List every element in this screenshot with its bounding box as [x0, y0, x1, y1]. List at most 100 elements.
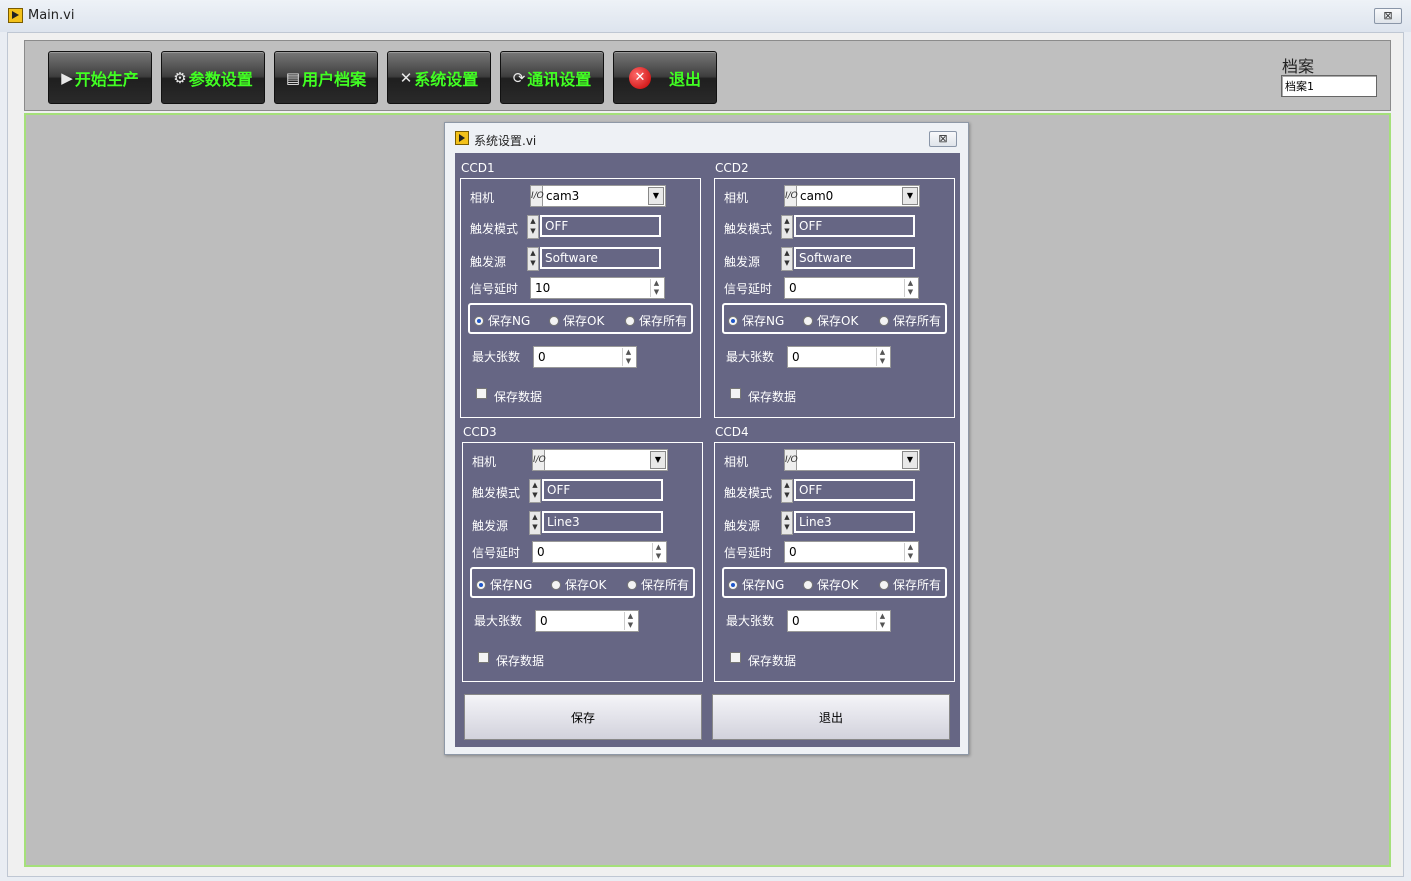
ccd4-max-images-input[interactable]: 0 ▲ ▼ [787, 610, 891, 632]
chevron-down-icon[interactable]: ▼ [902, 451, 918, 469]
ccd1-trigger-source-stepper[interactable]: ▲ ▼ [527, 247, 539, 271]
save-button[interactable]: 保存 [464, 694, 702, 740]
ccd4-title: CCD4 [715, 425, 749, 439]
ccd4-camera-select[interactable]: I/O ▼ [784, 449, 920, 471]
ccd4-save-ok-label: 保存OK [817, 578, 859, 592]
user-archive-label: 用户档案 [302, 69, 367, 89]
ccd1-trigger-mode-stepper[interactable]: ▲ ▼ [527, 215, 539, 239]
ccd2-save-mode-group: 保存NG 保存OK 保存所有 [722, 303, 947, 334]
ccd4-max-images-value: 0 [792, 614, 800, 628]
ccd2-trigger-mode-stepper[interactable]: ▲ ▼ [781, 215, 793, 239]
ccd1-delay-label: 信号延时 [470, 282, 519, 296]
ccd4-save-ng-radio[interactable]: 保存NG [728, 576, 784, 593]
radio-dot [474, 315, 484, 326]
title-bar: Main.vi ⊠ [0, 0, 1411, 32]
ccd2-max-images-value: 0 [792, 350, 800, 364]
ccd4-delay-input[interactable]: 0 ▲ ▼ [784, 541, 919, 563]
ccd4-save-data-label: 保存数据 [748, 654, 797, 668]
ccd4-save-all-radio[interactable]: 保存所有 [879, 576, 941, 593]
parameter-settings-label: 参数设置 [188, 69, 253, 89]
ccd4-max-images-label: 最大张数 [726, 614, 775, 628]
ccd2-delay-value: 0 [789, 281, 797, 295]
archive-input[interactable] [1281, 75, 1377, 97]
io-icon: I/O [785, 450, 798, 470]
ccd3-trigger-source-stepper[interactable]: ▲ ▼ [529, 511, 541, 535]
ccd4-trigger-mode-label: 触发模式 [724, 486, 773, 500]
ccd1-trigger-mode-value: OFF [540, 215, 661, 237]
ccd1-save-ok-label: 保存OK [563, 314, 605, 328]
ccd3-save-all-radio[interactable]: 保存所有 [627, 576, 689, 593]
play-icon: ▶ [61, 68, 73, 87]
ccd2-trigger-mode-value: OFF [794, 215, 915, 237]
ccd2-save-data-checkbox[interactable] [730, 388, 741, 399]
ccd4-delay-value: 0 [789, 545, 797, 559]
ccd4-max-images-stepper[interactable]: ▲ ▼ [876, 612, 888, 630]
chevron-down-icon[interactable]: ▼ [648, 187, 664, 205]
dialog-exit-button[interactable]: 退出 [712, 694, 950, 740]
ccd3-trigger-mode-stepper[interactable]: ▲ ▼ [529, 479, 541, 503]
parameter-settings-button[interactable]: ⚙ 参数设置 [161, 51, 265, 104]
labview-icon [8, 8, 23, 23]
chevron-down-icon[interactable]: ▼ [650, 451, 666, 469]
ccd2-trigger-source-stepper[interactable]: ▲ ▼ [781, 247, 793, 271]
ccd4-camera-label: 相机 [724, 455, 749, 469]
ccd2-camera-select[interactable]: I/O cam0 ▼ [784, 185, 920, 207]
ccd1-save-all-label: 保存所有 [639, 314, 688, 328]
user-archive-button[interactable]: ▤ 用户档案 [274, 51, 378, 104]
ccd1-max-images-input[interactable]: 0 ▲ ▼ [533, 346, 637, 368]
ccd2-save-ok-label: 保存OK [817, 314, 859, 328]
ccd2-save-ng-radio[interactable]: 保存NG [728, 312, 784, 329]
radio-dot [549, 315, 559, 326]
ccd1-save-ok-radio[interactable]: 保存OK [549, 312, 604, 329]
ccd3-camera-label: 相机 [472, 455, 497, 469]
ccd4-trigger-mode-value: OFF [794, 479, 915, 501]
ccd3-save-mode-group: 保存NG 保存OK 保存所有 [470, 567, 695, 598]
chevron-down-icon[interactable]: ▼ [902, 187, 918, 205]
exit-button[interactable]: ✕ 退出 [613, 51, 717, 104]
ccd3-max-images-stepper[interactable]: ▲ ▼ [624, 612, 636, 630]
ccd3-camera-select[interactable]: I/O ▼ [532, 449, 668, 471]
ccd3-max-images-input[interactable]: 0 ▲ ▼ [535, 610, 639, 632]
ccd3-save-data-checkbox[interactable] [478, 652, 489, 663]
ccd4-save-data-checkbox[interactable] [730, 652, 741, 663]
ccd4-save-ng-label: 保存NG [742, 578, 785, 592]
ccd4-save-ok-radio[interactable]: 保存OK [803, 576, 858, 593]
ccd3-delay-input[interactable]: 0 ▲ ▼ [532, 541, 667, 563]
ccd2-max-images-input[interactable]: 0 ▲ ▼ [787, 346, 891, 368]
io-icon: I/O [785, 186, 798, 206]
radio-dot [476, 579, 486, 590]
ccd1-camera-select[interactable]: I/O cam3 ▼ [530, 185, 666, 207]
radio-dot [627, 579, 637, 590]
radio-dot [803, 579, 813, 590]
ccd4-trigger-mode-stepper[interactable]: ▲ ▼ [781, 479, 793, 503]
ccd2-delay-stepper[interactable]: ▲ ▼ [904, 279, 916, 297]
ccd2-max-images-stepper[interactable]: ▲ ▼ [876, 348, 888, 366]
ccd1-max-images-stepper[interactable]: ▲ ▼ [622, 348, 634, 366]
dialog-close-button[interactable]: ⊠ [929, 131, 957, 147]
ccd1-save-all-radio[interactable]: 保存所有 [625, 312, 687, 329]
ccd1-save-ng-radio[interactable]: 保存NG [474, 312, 530, 329]
ccd3-save-all-label: 保存所有 [641, 578, 690, 592]
ccd2-save-all-label: 保存所有 [893, 314, 942, 328]
ccd2-save-all-radio[interactable]: 保存所有 [879, 312, 941, 329]
ccd4-trigger-source-stepper[interactable]: ▲ ▼ [781, 511, 793, 535]
window-close-button[interactable]: ⊠ [1374, 8, 1402, 24]
start-production-button[interactable]: ▶ 开始生产 [48, 51, 152, 104]
ccd4-delay-stepper[interactable]: ▲ ▼ [904, 543, 916, 561]
ccd4-delay-label: 信号延时 [724, 546, 773, 560]
ccd3-delay-stepper[interactable]: ▲ ▼ [652, 543, 664, 561]
ccd1-delay-input[interactable]: 10 ▲ ▼ [530, 277, 665, 299]
ccd2-max-images-label: 最大张数 [726, 350, 775, 364]
close-icon: ✕ [628, 66, 651, 89]
ccd2-save-ok-radio[interactable]: 保存OK [803, 312, 858, 329]
io-icon: I/O [531, 186, 544, 206]
ccd3-trigger-mode-value: OFF [542, 479, 663, 501]
communication-settings-button[interactable]: ⟳ 通讯设置 [500, 51, 604, 104]
ccd3-save-ng-radio[interactable]: 保存NG [476, 576, 532, 593]
system-settings-button[interactable]: ✕ 系统设置 [387, 51, 491, 104]
ccd3-save-ok-radio[interactable]: 保存OK [551, 576, 606, 593]
ccd1-save-data-checkbox[interactable] [476, 388, 487, 399]
ccd2-delay-input[interactable]: 0 ▲ ▼ [784, 277, 919, 299]
labview-icon [455, 131, 469, 145]
ccd1-delay-stepper[interactable]: ▲ ▼ [650, 279, 662, 297]
